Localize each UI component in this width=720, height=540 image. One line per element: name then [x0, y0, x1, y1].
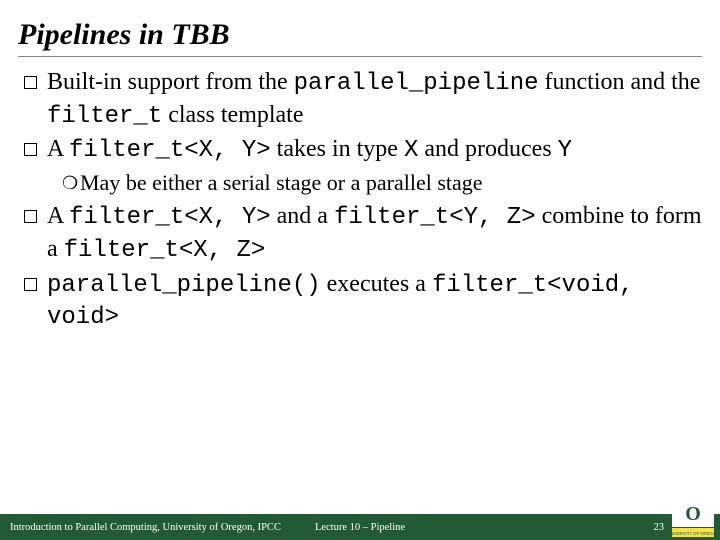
footer-center-text: Lecture 10 – Pipeline	[315, 522, 405, 533]
bullet-text: parallel_pipeline() executes a filter_t<…	[47, 269, 702, 334]
slide: Pipelines in TBB Built-in support from t…	[0, 0, 720, 540]
footer-left-text: Introduction to Parallel Computing, Univ…	[10, 522, 281, 533]
code-run: filter_t<X, Y>	[69, 204, 271, 231]
bullet-item: A filter_t<X, Y> and a filter_t<Y, Z> co…	[24, 201, 702, 266]
square-bullet-icon	[24, 143, 37, 156]
title-rule	[18, 56, 702, 57]
page-title: Pipelines in TBB	[18, 18, 702, 52]
text-run: A	[47, 136, 69, 162]
code-run: filter_t<X, Y>	[69, 137, 271, 164]
university-logo-icon: O UNIVERSITY OF OREGON	[672, 499, 714, 537]
text-run: class template	[162, 102, 303, 128]
text-run: executes a	[321, 271, 432, 297]
code-run: filter_t	[47, 103, 162, 130]
code-run: parallel_pipeline()	[47, 272, 321, 299]
code-run: X	[404, 137, 418, 164]
bullet-item: A filter_t<X, Y> takes in type X and pro…	[24, 134, 702, 167]
bullet-text: A filter_t<X, Y> and a filter_t<Y, Z> co…	[47, 201, 702, 266]
text-run: and produces	[418, 136, 557, 162]
text-run: A	[47, 203, 69, 229]
text-run: and a	[271, 203, 334, 229]
code-run: Y	[558, 137, 572, 164]
square-bullet-icon	[24, 278, 37, 291]
text-run: Built-in support from the	[47, 69, 294, 95]
bullet-text: A filter_t<X, Y> takes in type X and pro…	[47, 134, 702, 167]
slide-content: Built-in support from the parallel_pipel…	[18, 67, 702, 334]
code-run: parallel_pipeline	[294, 70, 539, 97]
square-bullet-icon	[24, 210, 37, 223]
text-run: takes in type	[271, 136, 404, 162]
page-number: 23	[654, 522, 665, 533]
svg-text:O: O	[685, 503, 701, 525]
bullet-item: parallel_pipeline() executes a filter_t<…	[24, 269, 702, 334]
square-bullet-icon	[24, 76, 37, 89]
sub-bullet-item: ❍ May be either a serial stage or a para…	[62, 169, 702, 197]
bullet-text: Built-in support from the parallel_pipel…	[47, 67, 702, 132]
code-run: filter_t<Y, Z>	[334, 204, 536, 231]
text-run: function and the	[539, 69, 701, 95]
sub-bullet-text: May be either a serial stage or a parall…	[80, 169, 483, 197]
slide-footer: Introduction to Parallel Computing, Univ…	[0, 514, 720, 540]
bullet-item: Built-in support from the parallel_pipel…	[24, 67, 702, 132]
code-run: filter_t<X, Z>	[64, 237, 266, 264]
circle-bullet-icon: ❍	[62, 169, 80, 197]
svg-text:UNIVERSITY OF OREGON: UNIVERSITY OF OREGON	[672, 531, 714, 536]
